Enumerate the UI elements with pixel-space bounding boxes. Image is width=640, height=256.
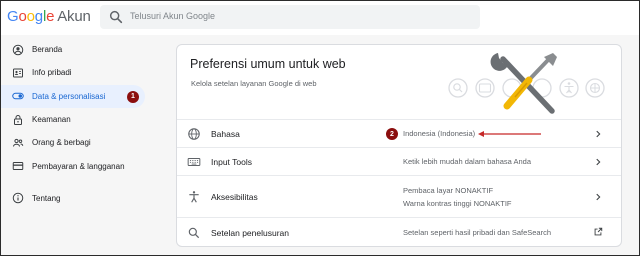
row-label: Aksesibilitas	[211, 192, 258, 202]
open-external-icon[interactable]	[593, 227, 603, 237]
person-circle-icon	[12, 44, 24, 56]
row-setelan-penelusuran[interactable]: Setelan penelusuran Setelan seperti hasi…	[177, 217, 621, 247]
credit-card-icon	[12, 160, 24, 172]
sidebar-item-keamanan[interactable]: Keamanan	[1, 108, 151, 131]
id-card-icon	[12, 67, 24, 79]
logo-letter: o	[18, 8, 27, 25]
sidebar-item-data-personalisasi[interactable]: Data & personalisasi 1	[1, 84, 145, 108]
row-bahasa[interactable]: Bahasa 2 Indonesia (Indonesia)	[177, 119, 621, 147]
sidebar-item-label: Pembayaran & langganan	[32, 161, 125, 171]
row-input-tools[interactable]: Input Tools Ketik lebih mudah dalam baha…	[177, 147, 621, 175]
row-label: Setelan penelusuran	[211, 228, 289, 238]
row-value: Warna kontras tinggi NONAKTIF	[403, 199, 512, 208]
card-subtitle: Kelola setelan layanan Google di web	[191, 79, 317, 88]
lock-icon	[12, 114, 24, 126]
step-marker-1: 1	[127, 90, 139, 103]
annotation-arrow	[478, 131, 541, 137]
search-icon[interactable]	[108, 9, 124, 25]
card-title: Preferensi umum untuk web	[190, 57, 346, 71]
sidebar-item-info-pribadi[interactable]: Info pribadi	[1, 61, 151, 84]
sidebar-item-label: Info pribadi	[32, 68, 72, 78]
search-box[interactable]: Telusuri Akun Google	[100, 5, 480, 29]
sidebar-item-label: Orang & berbagi	[32, 138, 91, 148]
chevron-right-icon[interactable]	[593, 192, 603, 202]
search-input-placeholder[interactable]: Telusuri Akun Google	[130, 11, 215, 21]
toggle-icon	[12, 90, 24, 102]
globe-icon	[188, 128, 200, 140]
row-value: Pembaca layar NONAKTIF	[403, 186, 494, 195]
row-value: Indonesia (Indonesia)	[403, 129, 476, 138]
logo-product-name: Akun	[57, 8, 91, 25]
tools-illustration	[448, 53, 605, 114]
sidebar-item-pembayaran-langganan[interactable]: Pembayaran & langganan	[1, 154, 151, 177]
search-icon	[188, 227, 200, 239]
sidebar-item-label: Keamanan	[32, 115, 71, 125]
accessibility-icon	[189, 191, 199, 203]
info-icon	[12, 192, 24, 204]
google-account-logo[interactable]: Google Akun	[7, 8, 91, 25]
sidebar-item-label: Data & personalisasi	[32, 91, 106, 101]
chevron-right-icon[interactable]	[593, 129, 603, 139]
sidebar-item-tentang[interactable]: Tentang	[1, 187, 151, 210]
keyboard-icon	[187, 158, 201, 166]
sidebar-item-label: Tentang	[32, 193, 61, 203]
sidebar-item-label: Beranda	[32, 45, 63, 55]
people-icon	[12, 137, 24, 149]
row-aksesibilitas[interactable]: Aksesibilitas Pembaca layar NONAKTIF War…	[177, 175, 621, 217]
logo-letter: g	[34, 8, 43, 25]
row-value: Ketik lebih mudah dalam bahasa Anda	[403, 157, 532, 166]
step-marker-2: 2	[386, 128, 398, 140]
sidebar-item-beranda[interactable]: Beranda	[1, 38, 151, 61]
row-label: Input Tools	[211, 157, 252, 167]
chevron-right-icon[interactable]	[593, 157, 603, 167]
logo-letter: e	[46, 8, 55, 25]
logo-letter: G	[7, 8, 19, 25]
top-bar: Google Akun Telusuri Akun Google	[1, 1, 639, 35]
logo-letter: o	[26, 8, 35, 25]
sidebar-divider-space	[1, 178, 151, 187]
row-value: Setelan seperti hasil pribadi dan SafeSe…	[403, 228, 552, 237]
sidebar-item-orang-berbagi[interactable]: Orang & berbagi	[1, 131, 151, 154]
web-preferences-card: Preferensi umum untuk web Kelola setelan…	[176, 44, 622, 247]
sidebar-nav: Beranda Info pribadi Data & personalisas…	[1, 38, 151, 210]
row-label: Bahasa	[211, 129, 240, 139]
